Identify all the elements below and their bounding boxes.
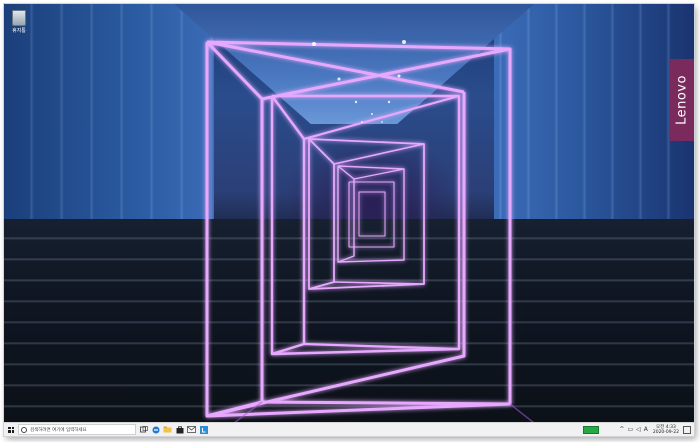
network-icon[interactable]: ▭: [627, 423, 633, 436]
search-placeholder: 검색하려면 여기에 입력하세요: [30, 427, 87, 433]
search-icon: [21, 426, 27, 433]
desktop-wallpaper: 휴지통 Lenovo: [4, 4, 694, 423]
app-icon[interactable]: [199, 425, 208, 434]
start-button[interactable]: [4, 423, 18, 436]
brand-text: Lenovo: [674, 75, 690, 125]
clock-date: 2020-09-22: [652, 429, 679, 435]
volume-icon[interactable]: ◁: [636, 423, 641, 436]
battery-badge[interactable]: [583, 425, 600, 434]
screen-frame: 휴지통 Lenovo 검색하려면 여기에 입력하세요 ^ ▭ ◁ A 오전 4:…: [4, 4, 694, 436]
windows-logo-icon: [8, 426, 14, 433]
recycle-bin-icon: [12, 10, 26, 26]
notification-icon[interactable]: [683, 425, 691, 434]
task-view-icon[interactable]: [139, 425, 148, 434]
desktop-icon-recycle-bin[interactable]: 휴지통: [8, 10, 30, 34]
mail-icon[interactable]: [187, 425, 196, 434]
taskbar: 검색하려면 여기에 입력하세요 ^ ▭ ◁ A 오전 4:33 2020-09-…: [4, 422, 694, 436]
edge-icon[interactable]: [151, 425, 160, 434]
store-icon[interactable]: [175, 425, 184, 434]
desktop-icon-label: 휴지통: [12, 28, 26, 34]
search-input[interactable]: 검색하려면 여기에 입력하세요: [18, 424, 136, 435]
file-explorer-icon[interactable]: [163, 425, 172, 434]
ime-icon[interactable]: A: [644, 423, 648, 436]
brand-tag: Lenovo: [670, 59, 694, 141]
chevron-up-icon[interactable]: ^: [619, 423, 624, 436]
system-tray: ^ ▭ ◁ A 오전 4:33 2020-09-22: [583, 423, 694, 436]
clock[interactable]: 오전 4:33 2020-09-22: [653, 425, 679, 435]
